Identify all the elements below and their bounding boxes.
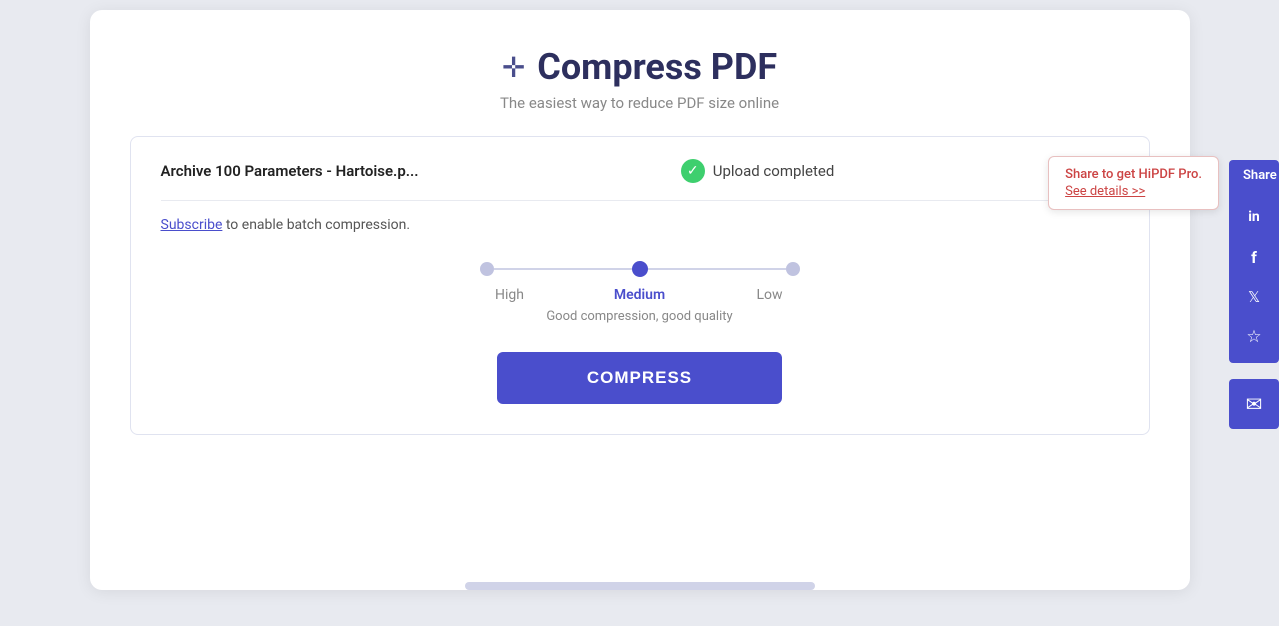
- content-box: Archive 100 Parameters - Hartoise.p... ✓…: [130, 136, 1150, 435]
- email-icon: ✉: [1246, 392, 1263, 416]
- facebook-share-button[interactable]: f: [1234, 239, 1274, 275]
- slider-line-1: [494, 268, 632, 270]
- star-icon: ☆: [1246, 327, 1261, 347]
- subscribe-link[interactable]: Subscribe: [161, 217, 223, 233]
- share-label: Share: [1229, 160, 1279, 191]
- facebook-icon: f: [1251, 248, 1257, 267]
- share-icons-box: in f 𝕏 ☆: [1229, 191, 1279, 363]
- twitter-icon: 𝕏: [1248, 288, 1260, 306]
- email-button[interactable]: ✉: [1229, 379, 1279, 429]
- slider-label-medium[interactable]: Medium: [610, 287, 670, 303]
- scroll-indicator: [465, 582, 815, 590]
- upload-status: ✓ Upload completed: [681, 159, 835, 183]
- promo-link[interactable]: See details >>: [1065, 184, 1202, 199]
- promo-title: Share to get HiPDF Pro.: [1065, 167, 1202, 182]
- slider-line-2: [648, 268, 786, 270]
- slider-dot-low[interactable]: [786, 262, 800, 276]
- slider-dot-high[interactable]: [480, 262, 494, 276]
- twitter-share-button[interactable]: 𝕏: [1234, 279, 1274, 315]
- main-card: ✛ Compress PDF The easiest way to reduce…: [90, 10, 1190, 590]
- slider-label-high[interactable]: High: [480, 287, 540, 303]
- page-wrapper: ✛ Compress PDF The easiest way to reduce…: [0, 0, 1279, 626]
- file-name: Archive 100 Parameters - Hartoise.p...: [161, 162, 419, 180]
- slider-track[interactable]: [480, 261, 800, 277]
- linkedin-share-button[interactable]: in: [1234, 199, 1274, 235]
- check-icon: ✓: [681, 159, 705, 183]
- subscribe-row: Subscribe to enable batch compression.: [161, 217, 1119, 233]
- title-section: ✛ Compress PDF The easiest way to reduce…: [130, 46, 1150, 112]
- compress-button[interactable]: COMPRESS: [497, 352, 782, 404]
- compression-slider-section: High Medium Low Good compression, good q…: [161, 261, 1119, 324]
- slider-dot-medium[interactable]: [632, 261, 648, 277]
- slider-description: Good compression, good quality: [546, 309, 732, 324]
- slider-labels: High Medium Low: [480, 287, 800, 303]
- bookmark-share-button[interactable]: ☆: [1234, 319, 1274, 355]
- subscribe-message: to enable batch compression.: [222, 217, 410, 233]
- page-title: Compress PDF: [537, 46, 777, 88]
- promo-tooltip: Share to get HiPDF Pro. See details >>: [1048, 156, 1219, 210]
- page-subtitle: The easiest way to reduce PDF size onlin…: [130, 94, 1150, 112]
- slider-label-low[interactable]: Low: [740, 287, 800, 303]
- linkedin-icon: in: [1248, 209, 1260, 225]
- compress-icon: ✛: [502, 51, 525, 84]
- upload-status-text: Upload completed: [713, 162, 835, 180]
- file-row: Archive 100 Parameters - Hartoise.p... ✓…: [161, 157, 1119, 201]
- share-sidebar: Share in f 𝕏 ☆ ✉: [1229, 160, 1279, 429]
